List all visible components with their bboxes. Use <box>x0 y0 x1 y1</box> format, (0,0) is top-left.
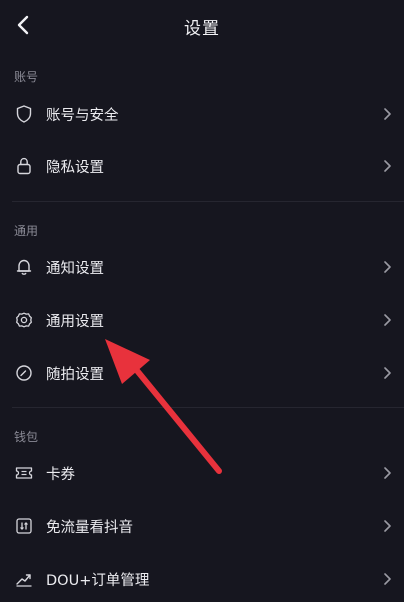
chevron-right-icon <box>380 107 394 121</box>
chevron-right-icon <box>380 313 394 327</box>
settings-item-label: 通知设置 <box>46 260 104 277</box>
settings-item-free-data[interactable]: 免流量看抖音 <box>0 503 404 549</box>
bell-icon <box>14 257 34 277</box>
settings-item-notifications[interactable]: 通知设置 <box>0 244 404 290</box>
settings-item-quick-shoot[interactable]: 随拍设置 <box>0 350 404 396</box>
chevron-right-icon <box>380 519 394 533</box>
section-divider <box>12 201 404 202</box>
page-title: 设置 <box>184 19 220 39</box>
chart-icon <box>14 569 34 589</box>
settings-item-label: 账号与安全 <box>46 107 119 124</box>
chevron-right-icon <box>380 260 394 274</box>
section-label-general: 通用 <box>14 224 39 238</box>
header: 设置 <box>0 0 404 52</box>
data-card-icon <box>14 516 34 536</box>
section-label-account: 账号 <box>14 70 39 84</box>
lock-icon <box>14 156 34 176</box>
chevron-right-icon <box>380 466 394 480</box>
gear-icon <box>14 310 34 330</box>
camera-circle-icon <box>14 363 34 383</box>
settings-item-label: 通用设置 <box>46 313 104 330</box>
settings-item-coupons[interactable]: 卡券 <box>0 450 404 496</box>
section-label-wallet: 钱包 <box>14 430 39 444</box>
chevron-right-icon <box>380 572 394 586</box>
settings-item-general[interactable]: 通用设置 <box>0 297 404 343</box>
chevron-right-icon <box>380 159 394 173</box>
ticket-icon <box>14 463 34 483</box>
chevron-right-icon <box>380 366 394 380</box>
settings-item-label: 卡券 <box>46 466 75 483</box>
settings-item-privacy[interactable]: 隐私设置 <box>0 143 404 189</box>
section-divider <box>12 407 404 408</box>
settings-item-label: DOU+订单管理 <box>46 572 150 589</box>
settings-item-account-security[interactable]: 账号与安全 <box>0 91 404 137</box>
settings-item-label: 免流量看抖音 <box>46 519 133 536</box>
settings-item-label: 隐私设置 <box>46 159 104 176</box>
settings-item-label: 随拍设置 <box>46 366 104 383</box>
settings-item-dou-orders[interactable]: DOU+订单管理 <box>0 556 404 602</box>
shield-icon <box>14 104 34 124</box>
